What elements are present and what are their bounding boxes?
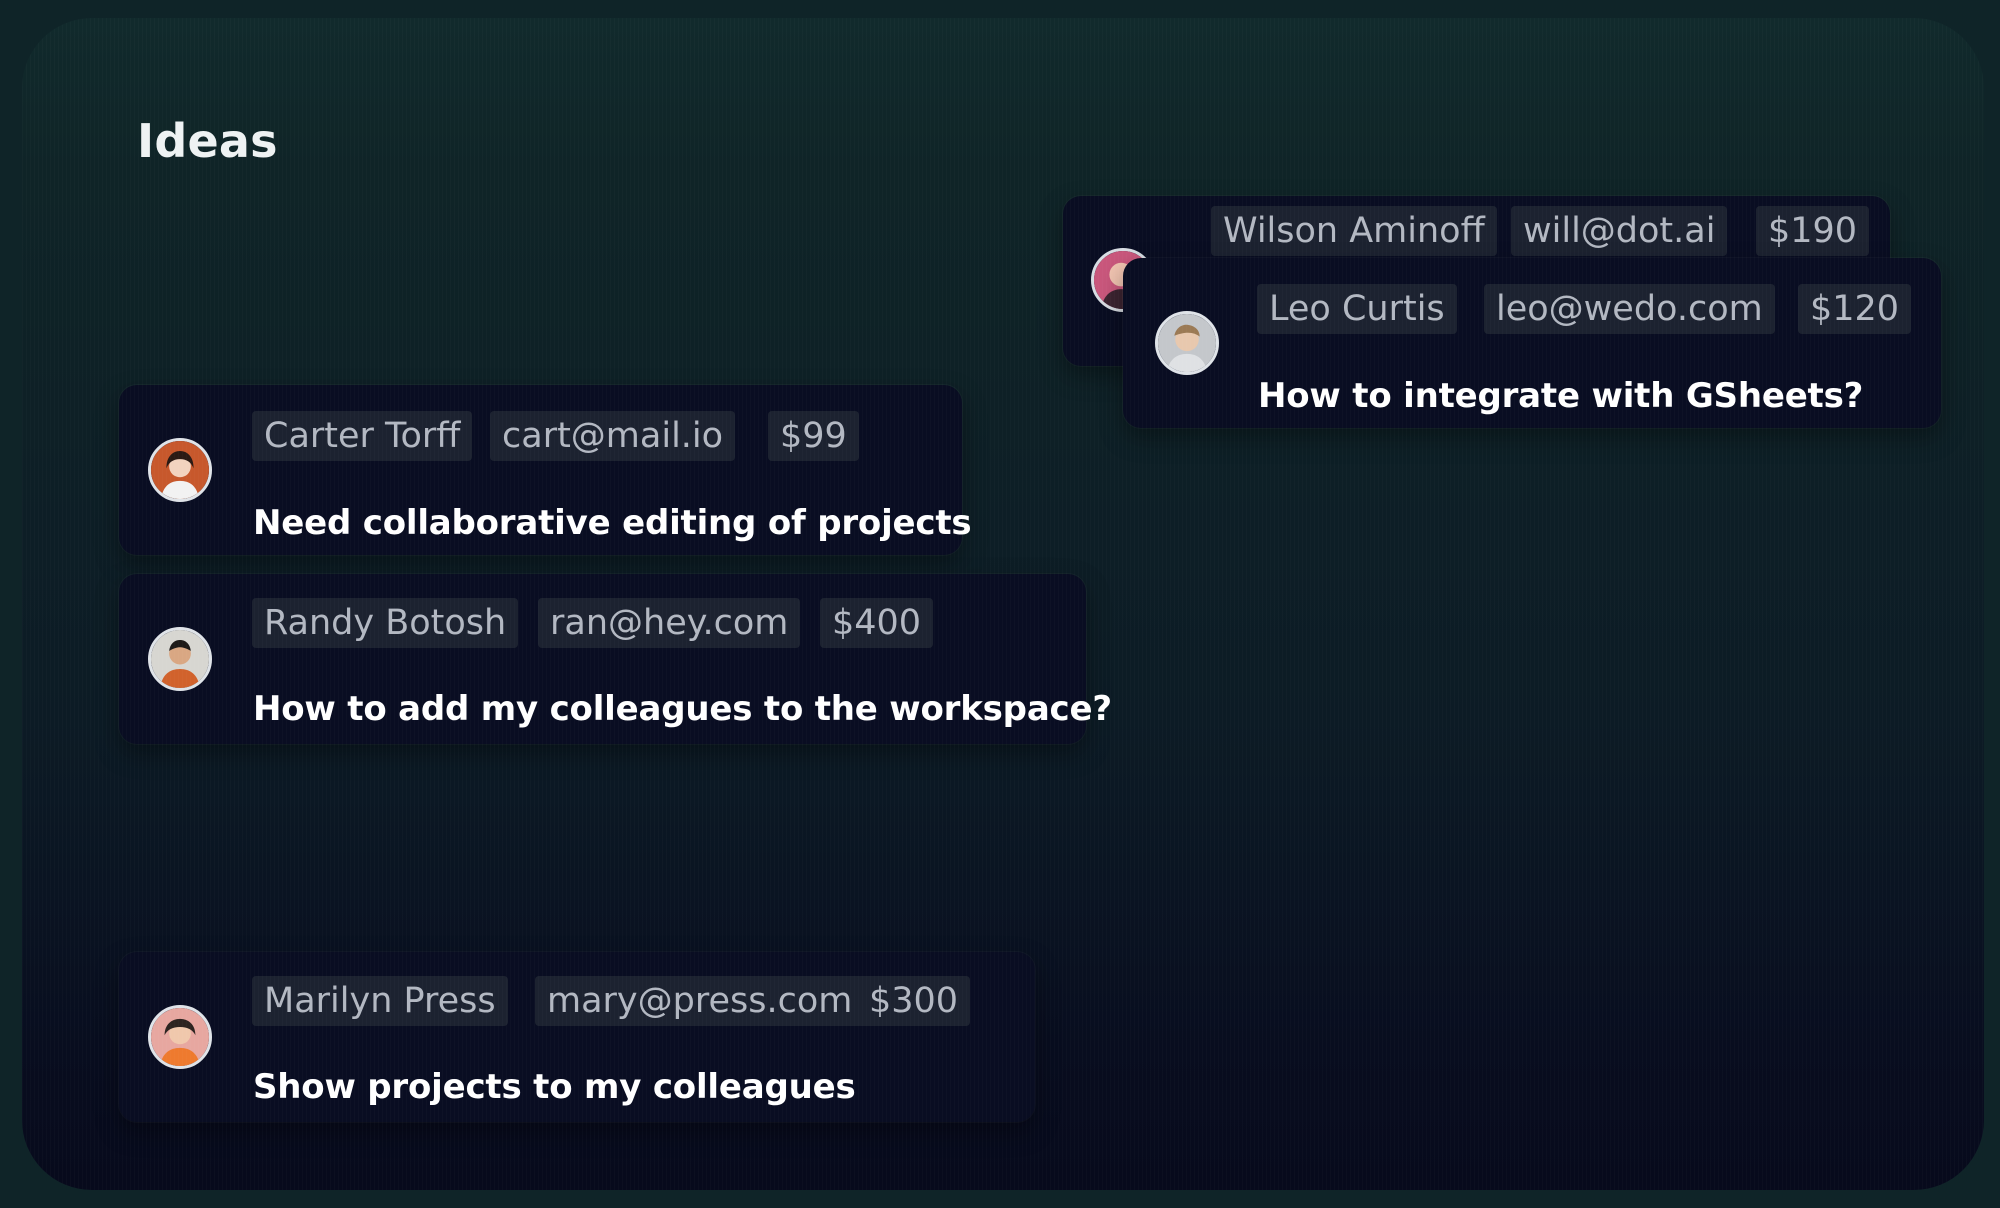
idea-card-marilyn[interactable]: Marilyn Press mary@press.com $300 Show p… — [119, 952, 1035, 1122]
customer-email: will@dot.ai — [1511, 206, 1728, 256]
customer-amount: $99 — [768, 411, 859, 461]
customer-email: mary@press.com — [535, 976, 865, 1026]
avatar — [148, 1005, 212, 1069]
customer-amount: $120 — [1798, 284, 1912, 334]
customer-email: cart@mail.io — [490, 411, 736, 461]
idea-message: How to integrate with GSheets? — [1258, 376, 1864, 416]
idea-card-leo[interactable]: Leo Curtis leo@wedo.com $120 How to inte… — [1123, 258, 1941, 428]
customer-name: Leo Curtis — [1257, 284, 1457, 334]
customer-email: ran@hey.com — [538, 598, 801, 648]
page-title: Ideas — [137, 114, 278, 168]
idea-message: Show projects to my colleagues — [253, 1067, 856, 1107]
customer-name: Wilson Aminoff — [1211, 206, 1497, 256]
customer-email: leo@wedo.com — [1484, 284, 1775, 334]
avatar — [148, 438, 212, 502]
avatar — [148, 627, 212, 691]
customer-name: Randy Botosh — [252, 598, 519, 648]
customer-amount: $400 — [820, 598, 934, 648]
idea-message: How to add my colleagues to the workspac… — [253, 689, 1112, 729]
customer-amount: $190 — [1756, 206, 1870, 256]
idea-card-randy[interactable]: Randy Botosh ran@hey.com $400 How to add… — [119, 574, 1112, 744]
idea-message: Need collaborative editing of projects — [253, 503, 972, 543]
avatar — [1155, 311, 1219, 375]
ideas-panel: Ideas Wilson Aminoff will@dot.ai $190 Le… — [22, 18, 1984, 1190]
customer-name: Marilyn Press — [252, 976, 508, 1026]
idea-card-carter[interactable]: Carter Torff cart@mail.io $99 Need colla… — [119, 385, 972, 555]
customer-name: Carter Torff — [252, 411, 473, 461]
customer-amount: $300 — [857, 976, 971, 1026]
